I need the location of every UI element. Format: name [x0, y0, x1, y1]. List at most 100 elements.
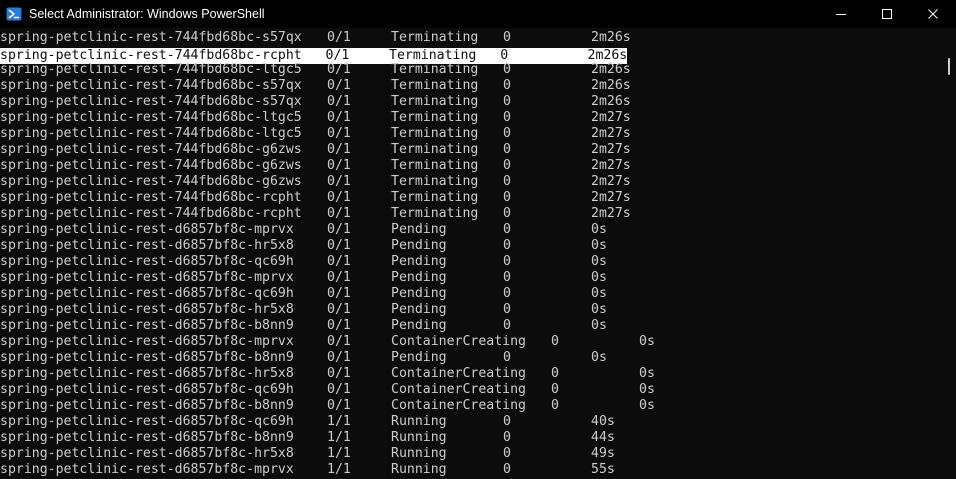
pod-status: ContainerCreating: [391, 382, 526, 397]
terminal-line-wrapper: spring-petclinic-rest-d6857bf8c-mprvx 1/1…: [0, 462, 627, 478]
pod-ready: 0/1: [327, 30, 351, 45]
pod-ready: 0/1: [327, 110, 351, 125]
terminal-line: spring-petclinic-rest-d6857bf8c-b8nn9 0/1…: [0, 398, 655, 414]
pod-status: Pending: [391, 302, 447, 317]
pod-age: 0s: [591, 222, 607, 237]
pod-name: spring-petclinic-rest-d6857bf8c-mprvx: [0, 462, 294, 477]
terminal-line: spring-petclinic-rest-d6857bf8c-mprvx 0/1…: [0, 270, 627, 286]
pod-status: Terminating: [391, 174, 479, 189]
pod-restarts: 0: [503, 414, 511, 429]
pod-age: 2m27s: [591, 126, 631, 141]
pod-name: spring-petclinic-rest-744fbd68bc-rcpht: [0, 206, 302, 221]
terminal-line-wrapper: spring-petclinic-rest-744fbd68bc-ltgc5 0/…: [0, 62, 631, 78]
pod-age: 2m27s: [591, 206, 631, 221]
pod-restarts: 0: [503, 174, 511, 189]
terminal-line: spring-petclinic-rest-744fbd68bc-rcpht 0/…: [0, 206, 631, 222]
pod-ready: 0/1: [327, 94, 351, 109]
maximize-button[interactable]: [864, 0, 910, 28]
powershell-icon[interactable]: [6, 6, 22, 22]
terminal-line: spring-petclinic-rest-d6857bf8c-qc69h 0/1…: [0, 286, 627, 302]
scrollbar-thumb[interactable]: [948, 58, 950, 75]
pod-name: spring-petclinic-rest-744fbd68bc-g6zws: [0, 174, 302, 189]
pod-name: spring-petclinic-rest-744fbd68bc-s57qx: [0, 78, 302, 93]
pod-status: Terminating: [391, 110, 479, 125]
pod-age: 40s: [591, 414, 615, 429]
terminal-line-wrapper: spring-petclinic-rest-744fbd68bc-s57qx 0/…: [0, 30, 631, 46]
terminal-line: spring-petclinic-rest-744fbd68bc-g6zws 0/…: [0, 174, 631, 190]
pod-age: 0s: [591, 286, 607, 301]
pod-name: spring-petclinic-rest-d6857bf8c-hr5x8: [0, 446, 294, 461]
pod-status: Pending: [391, 222, 447, 237]
pod-restarts: 0: [503, 238, 511, 253]
pod-ready: 0/1: [327, 318, 351, 333]
minimize-button[interactable]: [818, 0, 864, 28]
pod-status: Terminating: [391, 126, 479, 141]
terminal-line-wrapper: spring-petclinic-rest-d6857bf8c-hr5x8 0/1…: [0, 302, 627, 318]
selected-line-text: spring-petclinic-rest-744fbd68bc-rcpht 0…: [0, 48, 628, 63]
terminal-line-wrapper: spring-petclinic-rest-d6857bf8c-b8nn9 0/1…: [0, 350, 627, 366]
pod-name: spring-petclinic-rest-d6857bf8c-qc69h: [0, 382, 294, 397]
window-title: Select Administrator: Windows PowerShell: [29, 7, 265, 21]
pod-name: spring-petclinic-rest-744fbd68bc-ltgc5: [0, 126, 302, 141]
powershell-window: Select Administrator: Windows PowerShell…: [0, 0, 956, 479]
pod-name: spring-petclinic-rest-d6857bf8c-b8nn9: [0, 350, 294, 365]
terminal-line: spring-petclinic-rest-744fbd68bc-g6zws 0/…: [0, 142, 631, 158]
pod-age: 2m26s: [591, 78, 631, 93]
pod-status: Terminating: [391, 62, 479, 77]
pod-ready: 0/1: [327, 78, 351, 93]
terminal-line: spring-petclinic-rest-744fbd68bc-g6zws 0/…: [0, 158, 631, 174]
terminal-line: spring-petclinic-rest-d6857bf8c-qc69h 0/1…: [0, 254, 627, 270]
pod-restarts: 0: [503, 270, 511, 285]
close-button[interactable]: [910, 0, 956, 28]
pod-age: 0s: [591, 238, 607, 253]
pod-name: spring-petclinic-rest-744fbd68bc-g6zws: [0, 158, 302, 173]
pod-status: Terminating: [391, 94, 479, 109]
terminal-line-wrapper: spring-petclinic-rest-d6857bf8c-qc69h 1/1…: [0, 414, 627, 430]
pod-status: Running: [391, 446, 447, 461]
terminal-line-wrapper: spring-petclinic-rest-d6857bf8c-mprvx 0/1…: [0, 270, 627, 286]
pod-name: spring-petclinic-rest-d6857bf8c-qc69h: [0, 414, 294, 429]
window-controls: [818, 0, 956, 28]
pod-name: spring-petclinic-rest-d6857bf8c-qc69h: [0, 286, 294, 301]
terminal-line: spring-petclinic-rest-744fbd68bc-ltgc5 0/…: [0, 126, 631, 142]
pod-name: spring-petclinic-rest-d6857bf8c-mprvx: [0, 270, 294, 285]
pod-status: Running: [391, 462, 447, 477]
title-bar[interactable]: Select Administrator: Windows PowerShell: [0, 0, 956, 28]
terminal-line: spring-petclinic-rest-d6857bf8c-hr5x8 0/1…: [0, 366, 655, 382]
pod-age: 2m27s: [591, 142, 631, 157]
pod-name: spring-petclinic-rest-d6857bf8c-hr5x8: [0, 238, 294, 253]
pod-restarts: 0: [503, 446, 511, 461]
pod-age: 0s: [591, 270, 607, 285]
pod-age: 0s: [639, 366, 655, 381]
terminal-line: spring-petclinic-rest-d6857bf8c-mprvx 0/1…: [0, 334, 655, 350]
terminal-output[interactable]: spring-petclinic-rest-744fbd68bc-s57qx 0/…: [0, 28, 944, 479]
pod-age: 0s: [591, 254, 607, 269]
pod-ready: 0/1: [327, 302, 351, 317]
pod-status: Terminating: [391, 30, 479, 45]
pod-age: 2m27s: [591, 174, 631, 189]
pod-ready: 0/1: [327, 238, 351, 253]
pod-ready: 0/1: [327, 190, 351, 205]
pod-age: 2m27s: [591, 190, 631, 205]
pod-age: 2m26s: [591, 62, 631, 77]
pod-restarts: 0: [503, 222, 511, 237]
pod-status: Terminating: [391, 158, 479, 173]
pod-restarts: 0: [503, 286, 511, 301]
terminal-line: spring-petclinic-rest-d6857bf8c-b8nn9 0/1…: [0, 318, 627, 334]
terminal-line-wrapper: spring-petclinic-rest-744fbd68bc-ltgc5 0/…: [0, 110, 631, 126]
terminal-line-wrapper: spring-petclinic-rest-744fbd68bc-g6zws 0/…: [0, 142, 631, 158]
pod-age: 0s: [639, 398, 655, 413]
pod-status: ContainerCreating: [391, 366, 526, 381]
pod-name: spring-petclinic-rest-d6857bf8c-b8nn9: [0, 318, 294, 333]
pod-ready: 0/1: [327, 222, 351, 237]
pod-status: Running: [391, 430, 447, 445]
vertical-scrollbar[interactable]: [944, 28, 956, 479]
pod-status: Pending: [391, 254, 447, 269]
terminal-line: spring-petclinic-rest-d6857bf8c-hr5x8 0/1…: [0, 302, 627, 318]
pod-restarts: 0: [551, 366, 559, 381]
pod-ready: 0/1: [327, 350, 351, 365]
terminal-line: spring-petclinic-rest-d6857bf8c-qc69h 0/1…: [0, 382, 655, 398]
pod-status: Terminating: [391, 190, 479, 205]
pod-status: Terminating: [391, 206, 479, 221]
pod-ready: 0/1: [327, 142, 351, 157]
